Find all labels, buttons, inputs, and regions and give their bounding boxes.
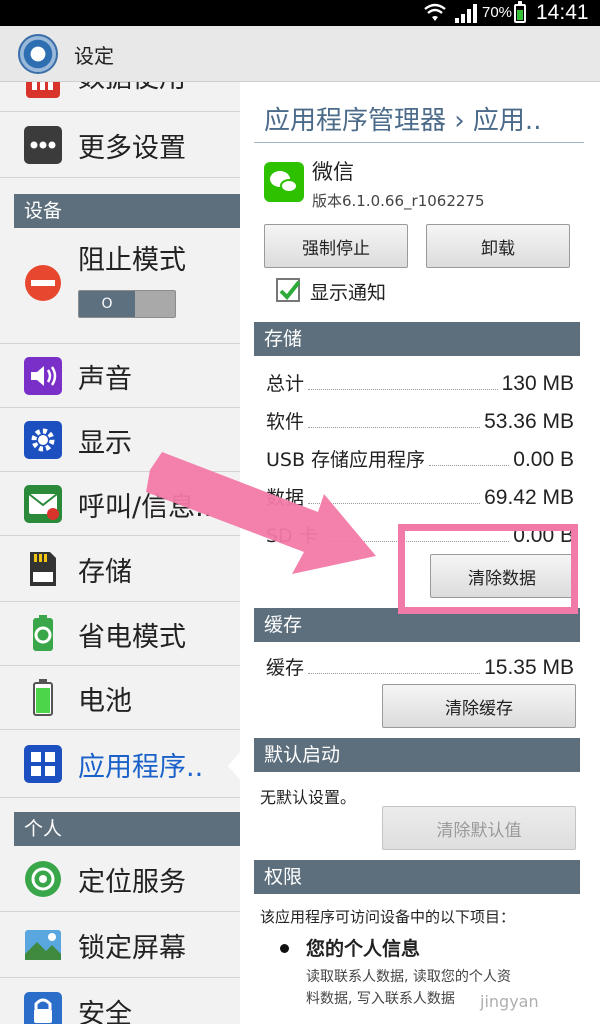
sidebar-item-display[interactable]: 显示	[0, 408, 240, 472]
section-header-device: 设备	[14, 194, 240, 228]
force-stop-button[interactable]: 强制停止	[264, 224, 408, 268]
settings-app-icon[interactable]	[18, 34, 58, 74]
annotation-highlight-box	[398, 524, 578, 614]
sidebar-item-label: 定位服务	[78, 867, 186, 898]
speaker-icon	[24, 357, 62, 395]
storage-row-total: 总计 130 MB	[266, 372, 574, 395]
battery-status-icon	[514, 1, 526, 23]
section-header-personal: 个人	[14, 812, 240, 846]
more-icon	[24, 126, 62, 164]
sidebar-item-location[interactable]: 定位服务	[0, 846, 240, 912]
permission-group-desc-1: 读取联系人数据, 读取您的个人资	[306, 969, 511, 985]
app-title: 设定	[74, 44, 114, 68]
status-bar: 70% 14:41	[0, 0, 600, 26]
uninstall-button[interactable]: 卸载	[426, 224, 570, 268]
clear-defaults-button[interactable]: 清除默认值	[382, 806, 576, 850]
sidebar-item-application-manager[interactable]: 应用程序..	[0, 730, 240, 798]
battery-percentage: 70%	[482, 4, 513, 21]
show-notifications-checkbox[interactable]	[276, 278, 301, 302]
sidebar-item-security[interactable]: 安全	[0, 978, 240, 1024]
signal-icon	[455, 4, 477, 23]
section-header-permissions: 权限	[254, 860, 580, 894]
sidebar-item-label: 声音	[78, 364, 132, 395]
wechat-app-icon	[264, 162, 304, 202]
apps-grid-icon	[24, 745, 62, 783]
bullet-icon	[280, 944, 289, 953]
sidebar-item-label: 安全	[78, 999, 132, 1024]
sidebar-item-block-mode[interactable]: 阻止模式	[0, 228, 240, 344]
storage-row-data: 数据 69.42 MB	[266, 486, 574, 509]
sidebar-item-lock-screen[interactable]: 锁定屏幕	[0, 912, 240, 978]
battery-icon	[24, 679, 62, 717]
wifi-icon	[424, 3, 446, 21]
sidebar-item-storage[interactable]: 存储	[0, 536, 240, 602]
sidebar-item-label: 省电模式	[78, 622, 186, 653]
sidebar-item-label: 更多设置	[78, 133, 186, 164]
permission-group-title: 您的个人信息	[306, 938, 421, 960]
sidebar-item-label: 数据使用	[78, 82, 186, 95]
padlock-icon	[24, 992, 62, 1024]
block-mode-icon	[24, 264, 62, 302]
sidebar-item-data-usage[interactable]: 数据使用	[0, 82, 240, 112]
sidebar-item-call-message[interactable]: 呼叫/信息..	[0, 472, 240, 536]
sidebar-item-label: 呼叫/信息..	[78, 492, 213, 523]
sidebar-item-label: 显示	[78, 428, 132, 459]
storage-row-software: 软件 53.36 MB	[266, 410, 574, 433]
sidebar-item-battery[interactable]: 电池	[0, 666, 240, 730]
show-notifications-label: 显示通知	[310, 282, 387, 304]
clock: 14:41	[536, 1, 589, 24]
permission-group-desc-2: 料数据, 写入联系人数据	[306, 991, 455, 1007]
watermark-text: jingyan	[480, 992, 539, 1011]
sidebar-item-power-saving[interactable]: 省电模式	[0, 602, 240, 666]
clear-cache-button[interactable]: 清除缓存	[382, 684, 576, 728]
storage-icon	[24, 550, 62, 588]
sidebar-item-label: 锁定屏幕	[78, 933, 186, 964]
block-mode-toggle[interactable]: O	[78, 290, 176, 318]
sidebar-item-label: 存储	[78, 557, 132, 588]
section-header-storage: 存储	[254, 322, 580, 356]
settings-sidebar: 数据使用 更多设置 设备 阻止模式 O 声音 显示 呼叫/信息..	[0, 82, 240, 1024]
toggle-knob: O	[79, 291, 135, 317]
call-message-icon	[24, 485, 62, 523]
sidebar-item-sound[interactable]: 声音	[0, 344, 240, 408]
app-version: 版本6.1.0.66_r1062275	[312, 192, 485, 210]
data-usage-icon	[24, 82, 62, 100]
app-name: 微信	[312, 160, 354, 184]
section-header-default-launch: 默认启动	[254, 738, 580, 772]
breadcrumb[interactable]: 应用程序管理器 › 应用..	[264, 100, 541, 137]
permissions-intro: 该应用程序可访问设备中的以下项目：	[260, 908, 516, 926]
breadcrumb-divider	[254, 142, 584, 143]
sidebar-item-more-settings[interactable]: 更多设置	[0, 112, 240, 178]
display-gear-icon	[24, 421, 62, 459]
checkmark-icon	[279, 280, 301, 300]
action-bar: 设定	[0, 26, 600, 82]
location-icon	[24, 860, 62, 898]
storage-row-usb: USB 存储应用程序 0.00 B	[266, 448, 574, 471]
no-defaults-text: 无默认设置。	[260, 788, 357, 807]
sidebar-item-label: 电池	[78, 686, 132, 717]
lock-screen-icon	[24, 926, 62, 964]
power-saving-icon	[24, 615, 62, 653]
cache-row: 缓存 15.35 MB	[266, 656, 574, 679]
sidebar-item-label: 阻止模式	[78, 245, 186, 276]
sidebar-item-label: 应用程序..	[78, 752, 204, 783]
